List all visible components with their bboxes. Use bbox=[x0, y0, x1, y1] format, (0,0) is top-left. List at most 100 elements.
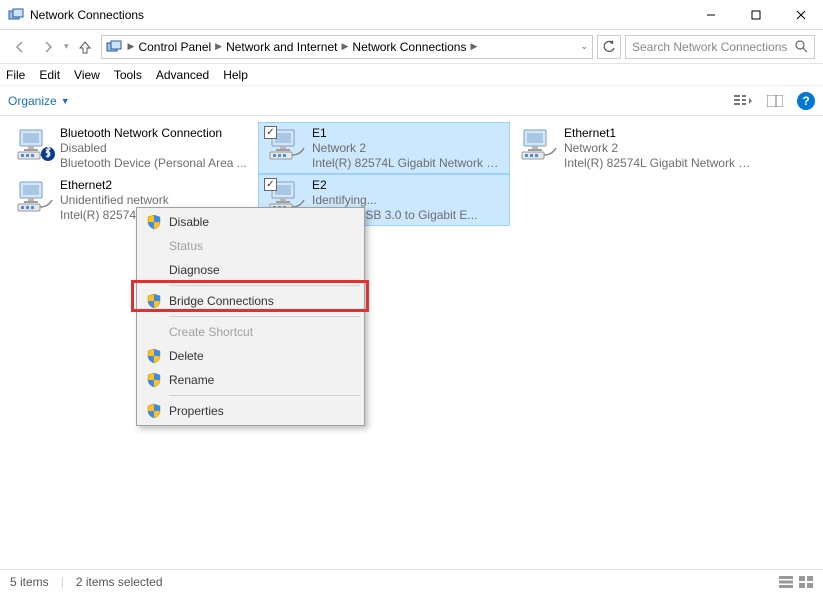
connection-name: Ethernet2 bbox=[60, 178, 252, 193]
context-menu-item[interactable]: Rename bbox=[139, 368, 362, 392]
menu-edit[interactable]: Edit bbox=[39, 68, 60, 82]
connection-device: Intel(R) 82574L Gigabit Network C... bbox=[564, 156, 756, 171]
separator bbox=[169, 395, 360, 396]
connection-device: Bluetooth Device (Personal Area ... bbox=[60, 156, 252, 171]
separator bbox=[169, 285, 360, 286]
context-menu-item[interactable]: Diagnose bbox=[139, 258, 362, 282]
connection-name: E1 bbox=[312, 126, 504, 141]
connection-icon bbox=[12, 178, 60, 222]
connection-info: Bluetooth Network ConnectionDisabledBlue… bbox=[60, 126, 252, 171]
view-options-button[interactable] bbox=[733, 91, 753, 111]
context-menu-label: Properties bbox=[169, 404, 224, 418]
menu-tools[interactable]: Tools bbox=[114, 68, 142, 82]
menu-file[interactable]: File bbox=[6, 68, 25, 82]
connection-info: E1Network 2Intel(R) 82574L Gigabit Netwo… bbox=[312, 126, 504, 171]
connections-list: Bluetooth Network ConnectionDisabledBlue… bbox=[6, 122, 817, 226]
chevron-right-icon: ▶ bbox=[213, 41, 224, 52]
status-item-count: 5 items bbox=[10, 575, 49, 589]
context-menu-label: Create Shortcut bbox=[169, 325, 253, 339]
minimize-button[interactable] bbox=[688, 0, 733, 29]
selection-checkbox[interactable]: ✓ bbox=[264, 126, 277, 139]
context-menu-item[interactable]: Disable bbox=[139, 210, 362, 234]
context-menu-label: Rename bbox=[169, 373, 214, 387]
app-icon bbox=[8, 7, 24, 23]
statusbar: 5 items | 2 items selected bbox=[0, 569, 823, 593]
connection-status: Network 2 bbox=[564, 141, 756, 156]
connection-info: Ethernet1Network 2Intel(R) 82574L Gigabi… bbox=[564, 126, 756, 171]
details-view-button[interactable] bbox=[779, 576, 793, 588]
chevron-right-icon: ▶ bbox=[126, 41, 137, 52]
titlebar: Network Connections bbox=[0, 0, 823, 30]
context-menu-label: Status bbox=[169, 239, 203, 253]
context-menu-label: Bridge Connections bbox=[169, 294, 274, 308]
search-input[interactable]: Search Network Connections bbox=[625, 35, 815, 59]
preview-pane-button[interactable] bbox=[765, 91, 785, 111]
addressbar: ▾ ▶ Control Panel ▶ Network and Internet… bbox=[0, 30, 823, 64]
connection-tile[interactable]: ✓ E1Network 2Intel(R) 82574L Gigabit Netw… bbox=[258, 122, 510, 174]
forward-button[interactable] bbox=[36, 35, 60, 59]
window-title: Network Connections bbox=[30, 8, 144, 22]
chevron-down-icon: ▼ bbox=[61, 96, 70, 106]
window-controls bbox=[688, 0, 823, 29]
menu-advanced[interactable]: Advanced bbox=[156, 68, 209, 82]
location-icon bbox=[106, 39, 122, 55]
connection-name: E2 bbox=[312, 178, 504, 193]
organize-label: Organize bbox=[8, 94, 57, 108]
crumb-network-connections[interactable]: Network Connections bbox=[350, 40, 468, 54]
toolbar: Organize ▼ ? bbox=[0, 86, 823, 116]
breadcrumb[interactable]: ▶ Control Panel ▶ Network and Internet ▶… bbox=[101, 35, 593, 59]
search-placeholder: Search Network Connections bbox=[632, 40, 787, 54]
shield-icon bbox=[146, 348, 162, 364]
context-menu-item[interactable]: Delete bbox=[139, 344, 362, 368]
connection-name: Ethernet1 bbox=[564, 126, 756, 141]
search-icon bbox=[795, 40, 808, 53]
separator bbox=[169, 316, 360, 317]
selection-checkbox[interactable]: ✓ bbox=[264, 178, 277, 191]
path-dropdown[interactable]: ⌄ bbox=[580, 41, 588, 52]
connection-status: Disabled bbox=[60, 141, 252, 156]
menubar: File Edit View Tools Advanced Help bbox=[0, 64, 823, 86]
chevron-right-icon: ▶ bbox=[340, 41, 351, 52]
shield-icon bbox=[146, 403, 162, 419]
context-menu-item[interactable]: Bridge Connections bbox=[139, 289, 362, 313]
context-menu: Disable Status Diagnose Bridge Connections C… bbox=[136, 207, 365, 426]
refresh-button[interactable] bbox=[597, 35, 621, 59]
connection-name: Bluetooth Network Connection bbox=[60, 126, 252, 141]
divider: | bbox=[61, 575, 64, 589]
tiles-view-button[interactable] bbox=[799, 576, 813, 588]
menu-help[interactable]: Help bbox=[223, 68, 248, 82]
crumb-control-panel[interactable]: Control Panel bbox=[136, 40, 213, 54]
connection-device: Intel(R) 82574L Gigabit Network C... bbox=[312, 156, 504, 171]
connection-icon bbox=[516, 126, 564, 170]
shield-icon bbox=[146, 214, 162, 230]
connection-status: Unidentified network bbox=[60, 193, 252, 208]
connection-status: Identifying... bbox=[312, 193, 504, 208]
menu-view[interactable]: View bbox=[74, 68, 100, 82]
up-button[interactable] bbox=[73, 35, 97, 59]
connection-tile[interactable]: Ethernet1Network 2Intel(R) 82574L Gigabi… bbox=[510, 122, 762, 174]
toolbar-right: ? bbox=[733, 91, 815, 111]
maximize-button[interactable] bbox=[733, 0, 778, 29]
context-menu-item: Status bbox=[139, 234, 362, 258]
context-menu-item[interactable]: Properties bbox=[139, 399, 362, 423]
crumb-network-internet[interactable]: Network and Internet bbox=[224, 40, 339, 54]
context-menu-label: Delete bbox=[169, 349, 204, 363]
recent-dropdown[interactable]: ▾ bbox=[64, 41, 69, 52]
close-button[interactable] bbox=[778, 0, 823, 29]
shield-icon bbox=[146, 293, 162, 309]
shield-icon bbox=[146, 372, 162, 388]
connection-status: Network 2 bbox=[312, 141, 504, 156]
help-button[interactable]: ? bbox=[797, 92, 815, 110]
context-menu-label: Diagnose bbox=[169, 263, 220, 277]
statusbar-view-icons bbox=[779, 576, 813, 588]
connection-icon: ✓ bbox=[264, 126, 312, 170]
content-area: Bluetooth Network ConnectionDisabledBlue… bbox=[0, 116, 823, 569]
status-selected-count: 2 items selected bbox=[76, 575, 163, 589]
connection-tile[interactable]: Bluetooth Network ConnectionDisabledBlue… bbox=[6, 122, 258, 174]
chevron-right-icon: ▶ bbox=[468, 41, 479, 52]
context-menu-item: Create Shortcut bbox=[139, 320, 362, 344]
back-button[interactable] bbox=[8, 35, 32, 59]
connection-icon bbox=[12, 126, 60, 170]
context-menu-label: Disable bbox=[169, 215, 209, 229]
organize-button[interactable]: Organize ▼ bbox=[8, 94, 70, 108]
